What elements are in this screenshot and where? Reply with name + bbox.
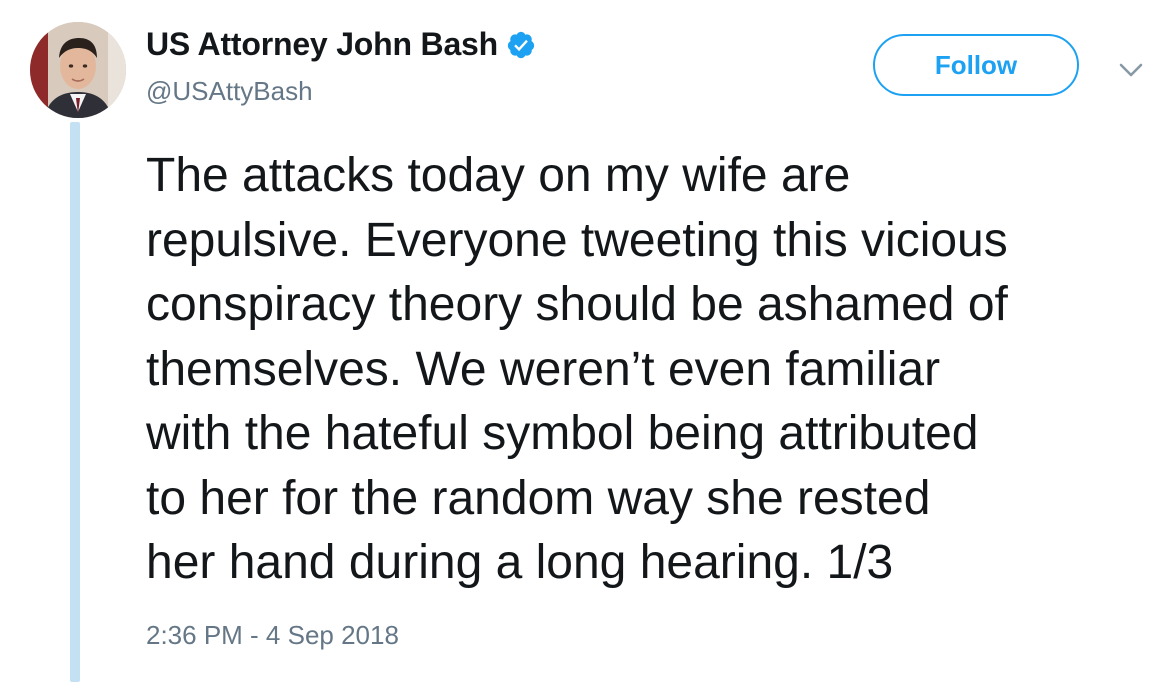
author-handle[interactable]: @USAttyBash [146, 76, 313, 107]
tweet-text-line: her hand during a long hearing. 1/3 [146, 536, 894, 589]
profile-photo [30, 22, 126, 118]
tweet-text: The attacks today on my wife are repulsi… [146, 144, 1156, 596]
display-name[interactable]: US Attorney John Bash [146, 26, 498, 63]
thread-line [70, 122, 80, 682]
chevron-down-icon[interactable] [1114, 58, 1148, 82]
tweet-timestamp[interactable]: 2:36 PM - 4 Sep 2018 [146, 620, 399, 651]
tweet-text-line: repulsive. Everyone tweeting this viciou… [146, 213, 1008, 267]
tweet-text-line: themselves. We weren’t even familiar [146, 342, 941, 396]
follow-button[interactable]: Follow [873, 34, 1079, 96]
tweet-text-line: The attacks today on my wife are [146, 149, 851, 202]
tweet-text-line: with the hateful symbol being attributed [146, 407, 979, 460]
tweet-text-line: conspiracy theory should be ashamed of [146, 278, 1008, 331]
tweet-text-line: to her for the random way she rested [146, 471, 931, 525]
author-header: US Attorney John Bash [146, 26, 536, 63]
avatar[interactable] [30, 22, 126, 118]
verified-badge-icon [506, 30, 536, 60]
